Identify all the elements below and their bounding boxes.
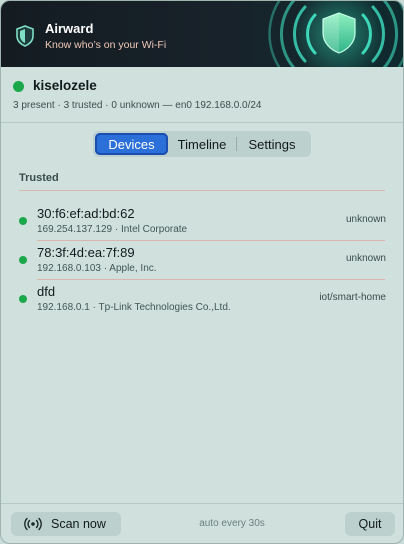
view-tabs: Devices Timeline Settings	[93, 131, 311, 157]
tab-devices[interactable]: Devices	[95, 133, 168, 155]
device-row[interactable]: dfd 192.168.0.1 · Tp-Link Technologies C…	[1, 279, 403, 317]
device-vendor: Tp-Link Technologies Co.,Ltd.	[98, 302, 231, 313]
device-vendor: Apple, Inc.	[109, 263, 157, 274]
device-tag: unknown	[345, 253, 386, 264]
network-name: kiselozele	[33, 78, 97, 93]
divider	[1, 122, 403, 123]
app-title: Airward	[45, 21, 94, 36]
device-ip: 192.168.0.1	[37, 302, 90, 313]
app-window: Airward Know who’s on your Wi‑Fi kiseloz…	[0, 0, 404, 544]
device-name: 30:f6:ef:ad:bd:62	[37, 206, 135, 221]
tab-timeline[interactable]: Timeline	[168, 133, 236, 155]
device-tag: iot/smart-home	[319, 292, 386, 303]
tab-settings[interactable]: Settings	[237, 133, 307, 155]
online-status-dot	[19, 295, 27, 303]
device-tag: unknown	[345, 214, 386, 225]
section-divider	[19, 190, 385, 191]
app-subtitle: Know who’s on your Wi‑Fi	[45, 39, 167, 51]
online-status-dot	[19, 256, 27, 264]
device-ip: 169.254.137.129	[37, 224, 113, 235]
device-ip: 192.168.0.103	[37, 263, 101, 274]
device-details: 169.254.137.129 · Intel Corporate	[37, 224, 188, 235]
shield-icon	[16, 25, 34, 47]
device-row[interactable]: 30:f6:ef:ad:bd:62 169.254.137.129 · Inte…	[1, 201, 403, 239]
online-status-dot	[19, 217, 27, 225]
network-stats: 3 present · 3 trusted · 0 unknown — en0 …	[13, 100, 262, 111]
wifi-shield-illustration	[268, 1, 403, 67]
device-row[interactable]: 78:3f:4d:ea:7f:89 192.168.0.103 · Apple,…	[1, 240, 403, 278]
device-name: dfd	[37, 284, 56, 299]
device-name: 78:3f:4d:ea:7f:89	[37, 245, 135, 260]
device-vendor: Intel Corporate	[120, 224, 188, 235]
auto-scan-interval: auto every 30s	[199, 518, 265, 529]
device-details: 192.168.0.103 · Apple, Inc.	[37, 263, 157, 274]
section-title: Trusted	[19, 172, 59, 184]
header-banner: Airward Know who’s on your Wi‑Fi	[1, 1, 403, 67]
device-details: 192.168.0.1 · Tp-Link Technologies Co.,L…	[37, 302, 231, 313]
network-status-dot	[13, 81, 24, 92]
quit-button[interactable]: Quit	[345, 512, 395, 536]
footer-divider	[1, 503, 403, 504]
